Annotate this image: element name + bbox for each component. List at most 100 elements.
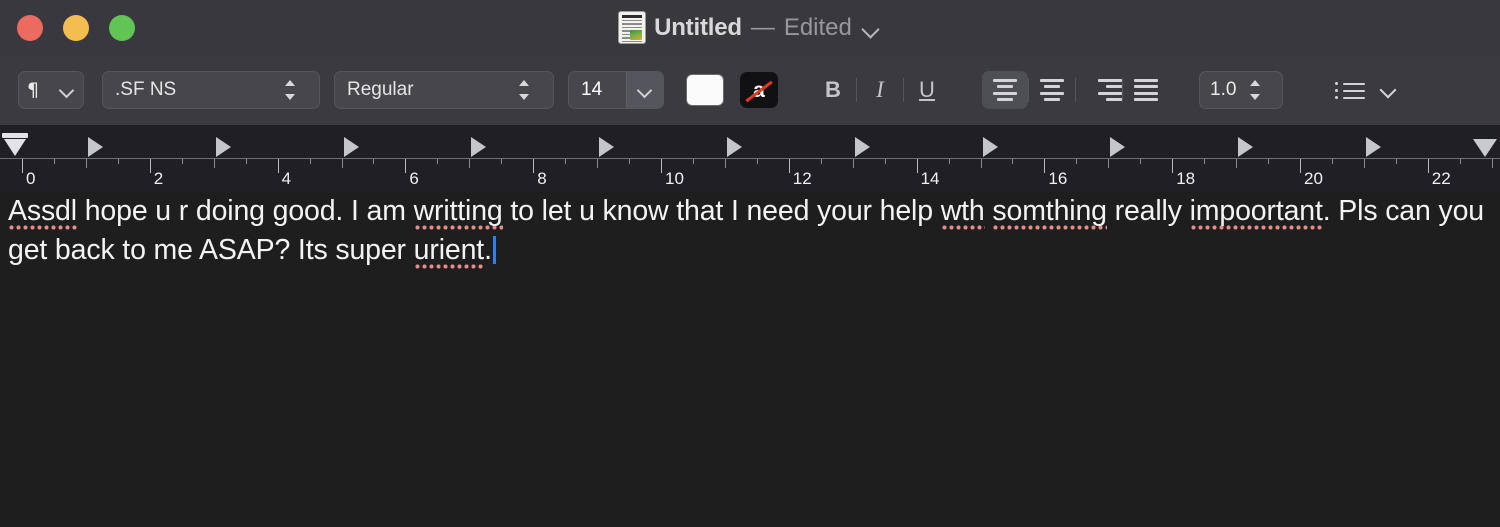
ruler-tick — [1300, 159, 1301, 173]
ruler-tick — [565, 159, 567, 164]
ruler-number: 20 — [1304, 169, 1323, 188]
ruler-tick — [661, 159, 662, 173]
misspelled-word: wth — [940, 195, 985, 231]
italic-button[interactable]: I — [857, 72, 903, 108]
ruler-tick — [1172, 159, 1174, 173]
ruler-tick — [852, 159, 854, 168]
ruler-tick — [85, 159, 87, 168]
font-family-select[interactable]: .SF NS — [102, 71, 320, 109]
bullet-list-icon — [1335, 80, 1365, 100]
ruler-tick — [405, 159, 407, 173]
ruler-tick — [277, 159, 279, 173]
stepper-arrows-icon[interactable] — [1248, 77, 1262, 103]
window-controls — [17, 14, 135, 41]
line-spacing-value: 1.0 — [1210, 79, 1237, 100]
tab-stop-marker[interactable] — [471, 137, 487, 157]
ruler-tick — [629, 159, 631, 164]
tab-stop-marker[interactable] — [88, 137, 103, 157]
ruler-tick — [756, 159, 758, 164]
ruler-number: 6 — [409, 169, 419, 188]
line-spacing-select[interactable]: 1.0 — [1199, 71, 1283, 109]
title-chevron-down-icon[interactable] — [861, 18, 881, 38]
text-cursor — [492, 236, 496, 264]
ruler-tick — [53, 159, 55, 164]
underline-button[interactable]: U — [904, 72, 950, 108]
text-run: . — [484, 234, 492, 266]
ruler-tick — [245, 159, 247, 164]
ruler-number: 4 — [281, 169, 292, 188]
chevron-down-icon — [637, 82, 653, 98]
ruler-tick — [692, 159, 694, 164]
align-center-button[interactable] — [1029, 71, 1075, 109]
text-run: to let u know that I need your help — [502, 195, 941, 227]
ruler-tick — [22, 159, 23, 173]
right-indent-marker[interactable] — [1473, 139, 1497, 157]
ruler-number: 10 — [665, 169, 684, 188]
align-left-button[interactable] — [982, 71, 1028, 109]
ruler-number: 16 — [1048, 169, 1068, 188]
misspelled-word: Assdl — [8, 195, 77, 231]
ruler-tick — [724, 159, 726, 168]
misspelled-word: urient — [413, 234, 484, 270]
ruler-tick — [1395, 159, 1397, 164]
ruler-number: 0 — [26, 169, 36, 188]
font-family-value: .SF NS — [115, 79, 177, 100]
tab-stop-marker[interactable] — [343, 137, 359, 157]
font-style-value: Regular — [347, 79, 414, 100]
font-size-dropdown-button[interactable] — [626, 72, 663, 108]
ruler-tick — [437, 159, 439, 164]
ruler-number: 8 — [537, 169, 547, 188]
tab-stop-marker[interactable] — [727, 137, 742, 157]
ruler-tick — [373, 159, 375, 164]
font-style-select[interactable]: Regular — [334, 71, 554, 109]
bold-button[interactable]: B — [810, 72, 856, 108]
stepper-arrows-icon[interactable] — [283, 77, 297, 103]
tab-stop-marker[interactable] — [1366, 137, 1381, 157]
maximize-button[interactable] — [109, 14, 135, 41]
tab-stop-marker[interactable] — [854, 137, 870, 157]
text-run: really — [1106, 195, 1190, 227]
title-bar: Untitled — Edited — [0, 0, 1500, 55]
pilcrow-icon: ¶ — [27, 78, 40, 101]
document-canvas[interactable]: Assdl hope u r doing good. I am writting… — [0, 192, 1500, 527]
close-button[interactable] — [17, 14, 43, 41]
ruler-tick — [1331, 159, 1333, 164]
ruler-tick — [916, 159, 918, 173]
list-style-button[interactable] — [1335, 80, 1397, 100]
textedit-window: Untitled — Edited ¶ .SF NS Regular 14 B … — [0, 0, 1500, 527]
page-title: Untitled — [654, 13, 742, 41]
ruler[interactable]: 0 2 4 6 8 10 12 14 16 18 20 22 — [0, 125, 1500, 193]
text-color-button[interactable]: a — [740, 72, 778, 108]
tab-stop-marker[interactable] — [1238, 137, 1254, 157]
ruler-tick — [213, 159, 215, 168]
ruler-tick — [1044, 159, 1046, 173]
color-swatch-button[interactable] — [686, 74, 724, 106]
document-text[interactable]: Assdl hope u r doing good. I am writting… — [8, 192, 1492, 270]
font-size-field[interactable]: 14 — [568, 71, 664, 109]
ruler-number: 18 — [1176, 169, 1196, 188]
ruler-tick — [469, 159, 471, 168]
tab-stop-marker[interactable] — [1110, 137, 1126, 157]
left-indent-marker[interactable] — [2, 133, 28, 159]
tab-stop-marker[interactable] — [599, 137, 615, 157]
ruler-tick — [533, 159, 535, 173]
stepper-arrows-icon[interactable] — [517, 77, 531, 103]
ruler-tick — [1363, 159, 1365, 168]
align-right-button[interactable] — [1076, 71, 1122, 109]
ruler-tick — [1236, 159, 1238, 168]
tab-stop-marker[interactable] — [982, 137, 998, 157]
paragraph-style-dropdown[interactable]: ¶ — [18, 71, 84, 109]
ruler-tick — [597, 159, 599, 168]
document-icon — [619, 12, 646, 43]
ruler-tick — [1427, 159, 1429, 173]
ruler-tick — [884, 159, 886, 164]
chevron-down-icon — [1379, 82, 1397, 98]
minimize-button[interactable] — [63, 14, 89, 41]
ruler-tick — [980, 159, 982, 168]
misspelled-word: writting — [413, 195, 503, 231]
tab-stop-marker[interactable] — [215, 137, 231, 157]
format-toolbar: ¶ .SF NS Regular 14 a B I U — [0, 55, 1500, 125]
ruler-tick — [788, 159, 790, 173]
ruler-number: 22 — [1431, 169, 1451, 188]
align-justify-button[interactable] — [1123, 71, 1169, 109]
